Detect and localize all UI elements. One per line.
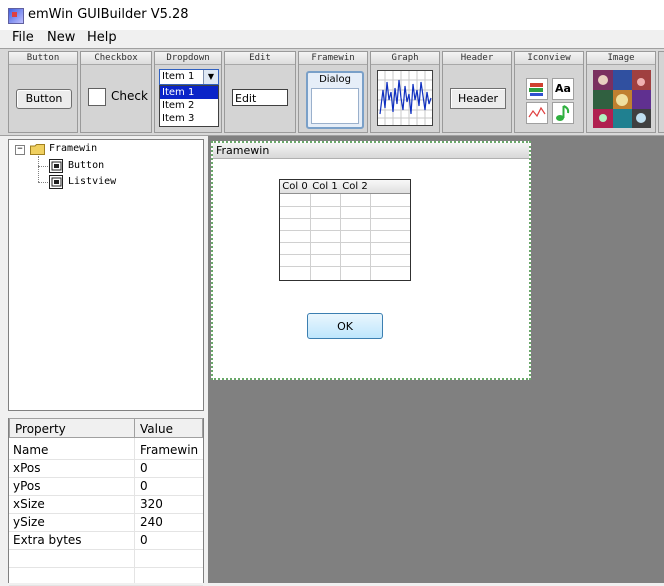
property-value[interactable]: 320 [140,495,163,513]
widget-icon [49,159,63,173]
chart-icon [526,102,548,124]
property-row[interactable]: Extra bytes 0 [9,531,203,550]
ok-button[interactable]: OK [307,313,383,339]
app-icon [8,8,24,24]
dropdown-list: Item 1 Item 2 Item 3 [159,85,219,127]
palette-dropdown-header: Dropdown [155,52,221,65]
design-canvas[interactable]: Framewin Col 0 Col 1 Col 2 OK [208,136,664,583]
widget-palette: Button Button Checkbox Check Dropdown It… [0,48,664,136]
palette-image-header: Image [587,52,655,65]
palette-checkbox-header: Checkbox [81,52,151,65]
folder-icon [30,144,45,155]
font-icon: Aa [552,78,574,100]
palette-button[interactable]: Button Button [8,51,78,133]
palette-button-preview: Button [16,89,72,109]
listview-column[interactable]: Col 1 [310,180,341,194]
palette-edit-header: Edit [225,52,295,65]
palette-image[interactable]: Image [586,51,656,133]
listview-column[interactable]: Col 0 [280,180,311,194]
tree-line [38,182,48,184]
palette-header-header: Header [443,52,511,65]
tree-item-listview[interactable]: Listview [68,175,116,189]
palette-checkbox-label: Check [111,89,148,103]
dialog-preview-title: Dialog [319,74,351,85]
property-name: Extra bytes [13,533,82,547]
books-icon [526,78,548,100]
menu-help[interactable]: Help [87,30,117,45]
dialog-preview: Dialog [306,71,364,129]
property-name: xSize [13,497,45,511]
title-bar: emWin GUIBuilder V5.28 [0,0,664,30]
property-value[interactable]: 240 [140,513,163,531]
palette-edit-preview: Edit [232,89,288,106]
checkbox-box-icon [88,88,106,106]
dropdown-item-selected: Item 1 [160,86,218,99]
tree-line [38,156,40,182]
property-row-empty [9,567,203,586]
property-name: xPos [13,461,41,475]
listview-widget[interactable]: Col 0 Col 1 Col 2 [279,179,411,281]
framewin-title[interactable]: Framewin [213,143,529,159]
palette-edit[interactable]: Edit Edit [224,51,296,133]
property-value[interactable]: 0 [140,459,148,477]
dropdown-selected: Item 1 [162,71,195,82]
palette-iconview[interactable]: Iconview Aa [514,51,584,133]
listview-grid [280,194,410,280]
dropdown-field: Item 1 ▼ [159,69,219,85]
menu-new[interactable]: New [47,30,75,45]
props-header-value[interactable]: Value [134,418,203,438]
palette-graph[interactable]: Graph [370,51,440,133]
palette-framewin[interactable]: Framewin Dialog [298,51,368,133]
menu-file[interactable]: File [12,30,34,45]
widget-tree: − Framewin Button Listview [8,139,204,411]
tree-item-button[interactable]: Button [68,159,104,173]
listview-column-filler [370,180,410,194]
property-row[interactable]: yPos 0 [9,477,203,496]
palette-header[interactable]: Header Header [442,51,512,133]
property-row[interactable]: xSize 320 [9,495,203,514]
property-name: ySize [13,515,45,529]
property-value[interactable]: 0 [140,531,148,549]
listview-column[interactable]: Col 2 [340,180,371,194]
chevron-down-icon: ▼ [203,70,218,84]
music-note-icon [552,102,574,124]
tree-line [38,166,48,168]
property-value[interactable]: Framewin [140,441,198,459]
props-header-property[interactable]: Property [9,418,135,438]
palette-iconview-header: Iconview [515,52,583,65]
palette-dropdown[interactable]: Dropdown Item 1 ▼ Item 1 Item 2 Item 3 [154,51,222,133]
image-thumbnail-icon [593,70,651,128]
property-row[interactable]: Name Framewin [9,441,203,460]
palette-next[interactable] [658,51,664,133]
property-row[interactable]: xPos 0 [9,459,203,478]
menu-bar: File New Help [0,30,664,48]
property-row-empty [9,549,203,568]
palette-header-preview: Header [450,88,506,109]
dropdown-item: Item 3 [162,113,195,124]
dropdown-item: Item 2 [162,100,195,111]
tree-item-framewin[interactable]: Framewin [49,142,97,156]
property-value[interactable]: 0 [140,477,148,495]
palette-button-header: Button [9,52,77,65]
framewin-preview[interactable]: Framewin Col 0 Col 1 Col 2 OK [211,141,531,380]
property-row[interactable]: ySize 240 [9,513,203,532]
palette-framewin-header: Framewin [299,52,367,65]
widget-icon [49,175,63,189]
palette-checkbox[interactable]: Checkbox Check [80,51,152,133]
collapse-icon[interactable]: − [15,145,25,155]
property-name: yPos [13,479,41,493]
properties-table: Property Value Name Framewin xPos 0 yPos… [8,418,204,586]
window-title: emWin GUIBuilder V5.28 [28,7,189,22]
palette-graph-header: Graph [371,52,439,65]
property-name: Name [13,443,49,457]
graph-icon [377,70,433,126]
dialog-preview-client [311,88,359,124]
